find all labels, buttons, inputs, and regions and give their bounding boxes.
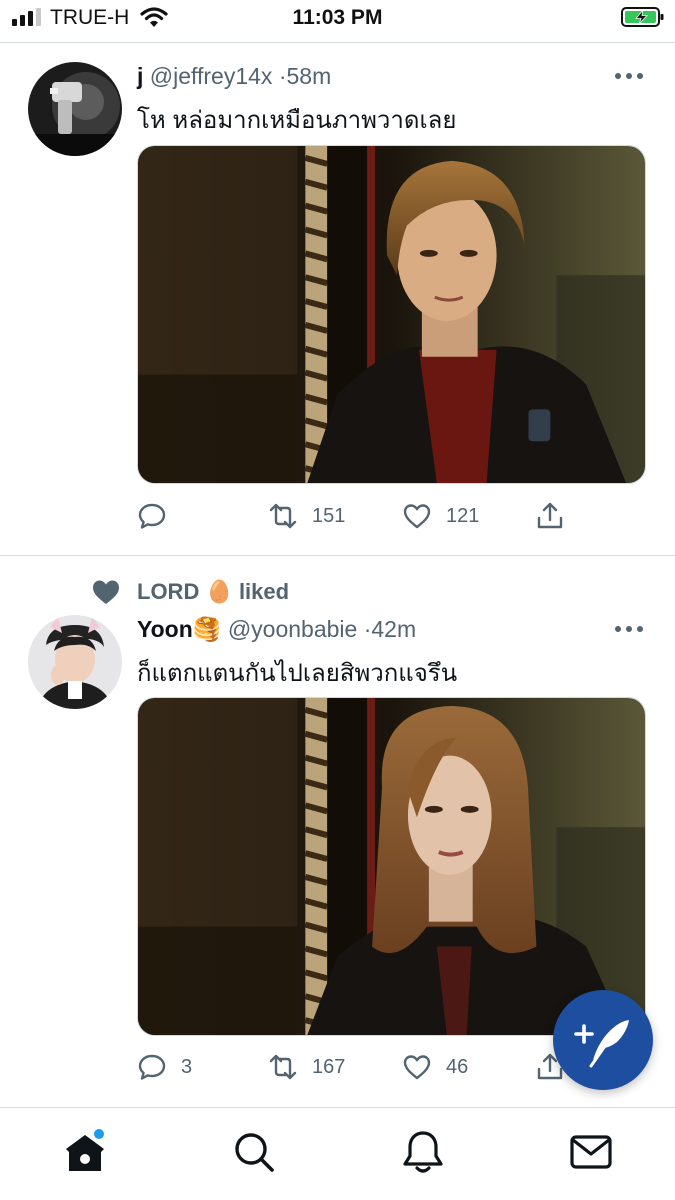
- retweet-count: 167: [312, 1055, 346, 1078]
- compose-tweet-button[interactable]: [553, 990, 653, 1090]
- tweet-item[interactable]: Yoon🥞 @yoonbabie ·42m ก็แตกแตนกันไปเลยสิ…: [0, 0, 675, 1107]
- more-options-icon[interactable]: [612, 619, 646, 639]
- nav-notifications[interactable]: [399, 1128, 447, 1176]
- nav-messages[interactable]: [567, 1128, 615, 1176]
- home-icon: [66, 1129, 104, 1171]
- user-handle[interactable]: @yoonbabie: [228, 616, 358, 642]
- tweet-header: Yoon🥞 @yoonbabie ·42m: [137, 616, 416, 643]
- tweet-time: 42m: [371, 616, 417, 642]
- reply-button[interactable]: 3: [137, 1051, 192, 1083]
- avatar[interactable]: [28, 615, 122, 709]
- bottom-navigation: [0, 1108, 675, 1200]
- tweet-image[interactable]: [137, 697, 646, 1036]
- nav-search[interactable]: [230, 1128, 278, 1176]
- reply-icon: [138, 1054, 166, 1080]
- retweet-icon: [269, 1054, 297, 1080]
- nav-home[interactable]: [61, 1128, 109, 1176]
- like-icon: [403, 1055, 431, 1080]
- display-name[interactable]: Yoon🥞: [137, 616, 221, 642]
- notification-dot: [94, 1129, 104, 1139]
- search-icon: [235, 1133, 274, 1172]
- like-count: 46: [446, 1055, 469, 1078]
- compose-tweet-icon: [574, 1020, 629, 1068]
- notifications-icon: [403, 1131, 443, 1173]
- reply-count: 3: [181, 1055, 193, 1078]
- messages-icon: [570, 1135, 612, 1169]
- tweet-text: ก็แตกแตนกันไปเลยสิพวกแจรึน: [137, 660, 458, 687]
- like-button[interactable]: 46: [402, 1051, 468, 1083]
- retweet-button[interactable]: 167: [268, 1051, 345, 1083]
